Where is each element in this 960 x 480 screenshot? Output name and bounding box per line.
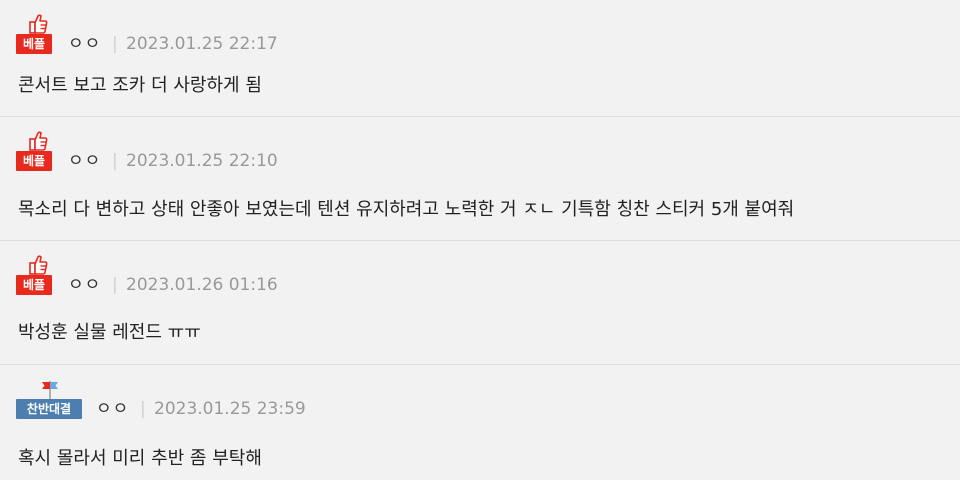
thumbs-up-icon — [29, 255, 48, 275]
badge-label: 베플 — [16, 34, 52, 54]
best-badge: 베플 — [16, 12, 60, 56]
author-name: ㅇㅇ — [96, 399, 130, 419]
separator: | — [112, 151, 118, 171]
comment-meta: 베플 ㅇㅇ | 2023.01.25 22:10 — [16, 129, 916, 173]
separator: | — [112, 275, 118, 295]
thumbs-up-icon — [29, 131, 48, 151]
comment-text: 혹시 몰라서 미리 추반 좀 부탁해 — [18, 448, 262, 469]
comment-text: 목소리 다 변하고 상태 안좋아 보였는데 텐션 유지하려고 노력한 거 ㅈㄴ … — [18, 199, 795, 220]
comment-meta: 찬반대결 ㅇㅇ | 2023.01.25 23:59 — [16, 377, 916, 421]
comment-item: 찬반대결 ㅇㅇ | 2023.01.25 23:59 혹시 몰라서 미리 추반 … — [0, 365, 960, 480]
separator: | — [112, 34, 118, 54]
badge-label: 베플 — [16, 275, 52, 295]
badge-label: 찬반대결 — [16, 399, 82, 419]
comment-meta: 베플 ㅇㅇ | 2023.01.25 22:17 — [16, 12, 916, 56]
best-badge: 베플 — [16, 129, 60, 173]
comment-item: 베플 ㅇㅇ | 2023.01.26 01:16 박성훈 실물 레전드 ㅠㅠ — [0, 241, 960, 365]
thumbs-up-icon — [29, 14, 48, 34]
separator: | — [140, 399, 146, 419]
comment-date: 2023.01.26 01:16 — [126, 275, 278, 295]
comment-text: 박성훈 실물 레전드 ㅠㅠ — [18, 322, 201, 343]
comment-date: 2023.01.25 23:59 — [154, 399, 306, 419]
comment-date: 2023.01.25 22:17 — [126, 34, 278, 54]
best-badge: 베플 — [16, 253, 60, 297]
author-name: ㅇㅇ — [68, 151, 102, 171]
comment-text: 콘서트 보고 조카 더 사랑하게 됨 — [18, 75, 262, 96]
comment-item: 베플 ㅇㅇ | 2023.01.25 22:17 콘서트 보고 조카 더 사랑하… — [0, 0, 960, 117]
comment-meta: 베플 ㅇㅇ | 2023.01.26 01:16 — [16, 253, 916, 297]
author-name: ㅇㅇ — [68, 34, 102, 54]
pro-con-badge: 찬반대결 — [16, 377, 86, 421]
flags-icon — [42, 381, 58, 401]
comment-date: 2023.01.25 22:10 — [126, 151, 278, 171]
badge-label: 베플 — [16, 151, 52, 171]
comment-list: 베플 ㅇㅇ | 2023.01.25 22:17 콘서트 보고 조카 더 사랑하… — [0, 0, 960, 480]
author-name: ㅇㅇ — [68, 275, 102, 295]
comment-item: 베플 ㅇㅇ | 2023.01.25 22:10 목소리 다 변하고 상태 안좋… — [0, 117, 960, 241]
